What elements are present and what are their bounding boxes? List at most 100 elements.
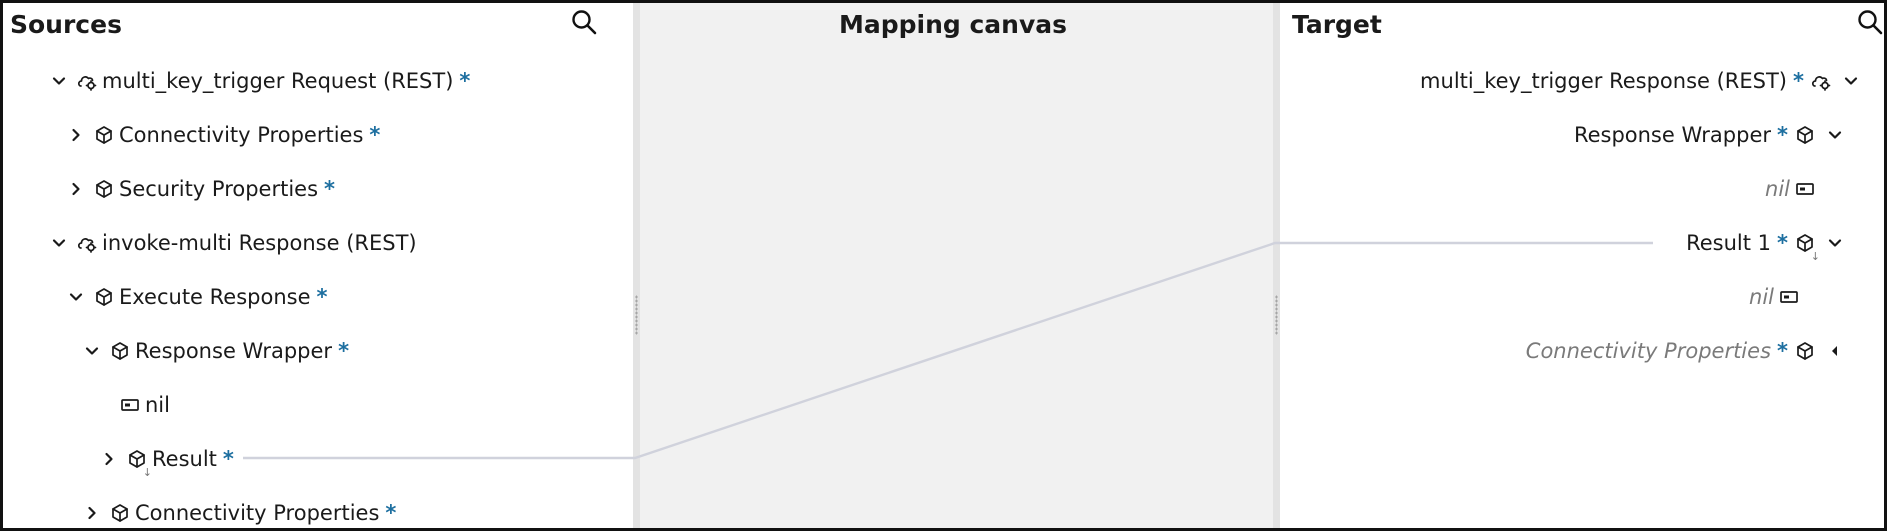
cube-icon — [112, 342, 128, 360]
target-node-label: Result 1 — [1686, 231, 1772, 255]
target-expand-toggle[interactable] — [1824, 340, 1846, 362]
chevron-down-icon — [1828, 239, 1842, 247]
cube-icon — [96, 126, 112, 144]
target-node-label: nil — [1765, 177, 1790, 201]
target-node-label: multi_key_trigger Response (REST) — [1420, 69, 1788, 93]
source-tree-row[interactable]: nil — [113, 385, 174, 425]
attribute-icon — [121, 399, 139, 411]
chevron-down-icon — [52, 239, 66, 247]
caret-left-icon — [1832, 346, 1837, 356]
source-node-label: invoke-multi Response (REST) — [102, 231, 417, 255]
required-indicator: * — [385, 501, 397, 525]
source-node-label: Response Wrapper — [135, 339, 333, 363]
required-indicator: * — [1793, 69, 1804, 93]
source-expand-toggle[interactable] — [65, 286, 87, 308]
target-title: Target — [1292, 10, 1382, 39]
source-node-label: nil — [145, 393, 170, 417]
node-type-indicator — [1794, 124, 1816, 146]
target-expand-toggle[interactable] — [1840, 70, 1862, 92]
source-expand-toggle[interactable] — [48, 70, 70, 92]
node-type-indicator — [76, 70, 98, 92]
target-tree-row[interactable]: nil — [1761, 169, 1824, 209]
target-tree-row[interactable]: multi_key_trigger Response (REST) * — [1416, 61, 1862, 101]
node-type-indicator: ↓ — [126, 448, 152, 478]
target-tree-row[interactable]: nil — [1745, 277, 1808, 317]
chevron-right-icon — [72, 182, 80, 196]
node-type-indicator: ↓ — [1794, 232, 1820, 262]
source-node-label: Security Properties — [119, 177, 319, 201]
cube-icon — [96, 288, 112, 306]
node-type-indicator — [109, 340, 131, 362]
target-panel: Target multi_key_trigger Response (REST)… — [1273, 3, 1884, 528]
required-indicator: * — [324, 177, 336, 201]
source-expand-toggle[interactable] — [65, 124, 87, 146]
required-indicator: * — [1777, 231, 1788, 255]
node-type-indicator — [1810, 70, 1832, 92]
sources-title: Sources — [10, 10, 122, 39]
source-node-label: Result — [152, 447, 217, 471]
required-indicator: * — [222, 447, 234, 471]
chevron-right-icon — [88, 506, 96, 520]
target-tree-row[interactable]: Connectivity Properties * — [1522, 331, 1846, 371]
source-expand-toggle[interactable] — [81, 502, 103, 524]
target-tree-row[interactable]: Response Wrapper * — [1570, 115, 1846, 155]
node-type-indicator — [119, 394, 141, 416]
source-node-label: Connectivity Properties — [119, 123, 364, 147]
source-expand-toggle[interactable] — [65, 178, 87, 200]
search-icon — [572, 10, 597, 35]
source-tree-row[interactable]: invoke-multi Response (REST) — [48, 223, 421, 263]
right-panel-splitter[interactable] — [1273, 3, 1280, 528]
cube-icon — [1797, 342, 1813, 360]
required-indicator: * — [1777, 123, 1788, 147]
chevron-down-icon — [1844, 77, 1858, 85]
attribute-icon — [1780, 291, 1798, 303]
sources-search-button[interactable] — [569, 7, 599, 37]
node-type-indicator — [93, 124, 115, 146]
target-expand-toggle[interactable] — [1824, 232, 1846, 254]
source-tree-row[interactable]: multi_key_trigger Request (REST) * — [48, 61, 476, 101]
drag-handle-icon — [1275, 295, 1278, 335]
attribute-icon — [1796, 183, 1814, 195]
target-node-label: Response Wrapper — [1573, 123, 1772, 147]
required-indicator: * — [459, 69, 471, 93]
target-expand-toggle[interactable] — [1824, 124, 1846, 146]
target-node-label: Connectivity Properties — [1525, 339, 1772, 363]
required-indicator: * — [316, 285, 328, 309]
repeat-arrow-icon: ↓ — [1810, 250, 1820, 263]
source-expand-toggle[interactable] — [48, 232, 70, 254]
node-type-indicator — [1778, 286, 1800, 308]
chevron-down-icon — [52, 77, 66, 85]
repeat-arrow-icon: ↓ — [142, 466, 152, 479]
node-type-indicator — [109, 502, 131, 524]
chevron-right-icon — [72, 128, 80, 142]
source-tree-row[interactable]: Connectivity Properties * — [65, 115, 386, 155]
mapping-canvas-panel[interactable]: Mapping canvas — [633, 3, 1273, 528]
source-tree-row[interactable]: Execute Response * — [65, 277, 334, 317]
source-tree-row[interactable]: Connectivity Properties * — [81, 493, 402, 528]
source-tree-row[interactable]: ↓ Result * — [98, 439, 240, 479]
cube-icon — [1797, 126, 1813, 144]
source-node-label: Execute Response — [119, 285, 311, 309]
required-indicator: * — [1777, 339, 1788, 363]
target-tree-row[interactable]: Result 1 * ↓ — [1682, 223, 1846, 263]
node-type-indicator — [1794, 178, 1816, 200]
cloud-gear-icon — [1811, 76, 1831, 91]
search-icon — [1858, 10, 1883, 35]
source-tree-row[interactable]: Security Properties * — [65, 169, 341, 209]
node-type-indicator — [93, 286, 115, 308]
source-expand-toggle[interactable] — [81, 340, 103, 362]
left-panel-splitter[interactable] — [633, 3, 640, 528]
chevron-right-icon — [105, 452, 113, 466]
sources-panel: Sources multi_key_trigger Request (REST)… — [3, 3, 633, 528]
chevron-down-icon — [69, 293, 83, 301]
source-node-label: multi_key_trigger Request (REST) — [102, 69, 454, 93]
source-expand-toggle[interactable] — [98, 448, 120, 470]
required-indicator: * — [369, 123, 381, 147]
drag-handle-icon — [635, 295, 638, 335]
cube-icon — [112, 504, 128, 522]
target-search-button[interactable] — [1855, 7, 1884, 37]
source-tree-row[interactable]: Response Wrapper * — [81, 331, 355, 371]
chevron-down-icon — [1828, 131, 1842, 139]
node-type-indicator — [1794, 340, 1816, 362]
cloud-gear-icon — [77, 238, 97, 253]
